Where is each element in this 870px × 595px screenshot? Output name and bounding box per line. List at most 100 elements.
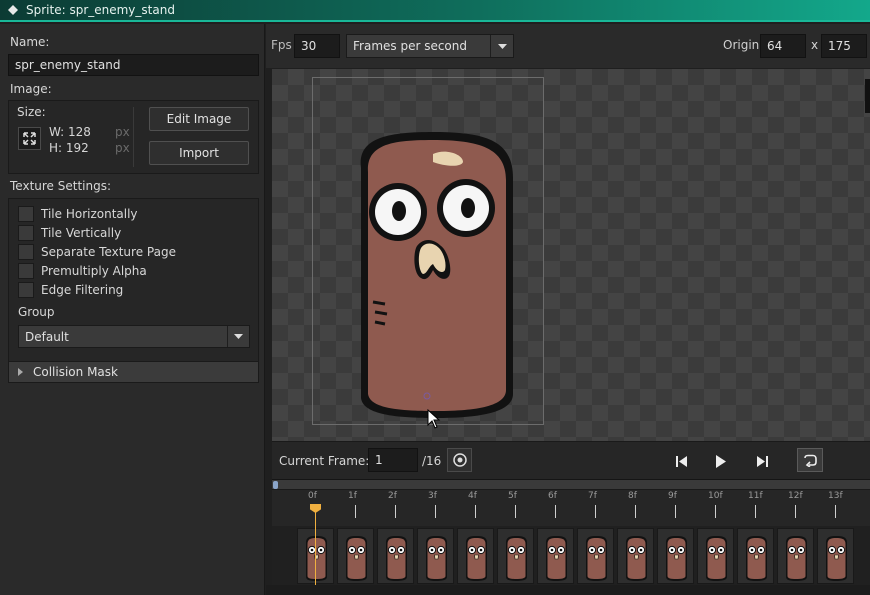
sprite-bounds bbox=[312, 77, 544, 425]
height-unit: px bbox=[115, 141, 130, 155]
size-label: Size: bbox=[17, 105, 46, 119]
sprite-properties-panel: Name: spr_enemy_stand Image: Size: W: 12… bbox=[0, 24, 265, 595]
edge-filtering-checkbox[interactable]: Edge Filtering bbox=[18, 282, 123, 298]
frame-thumbnail[interactable] bbox=[697, 528, 734, 584]
group-label: Group bbox=[18, 305, 55, 319]
speed-mode-value: Frames per second bbox=[353, 39, 467, 53]
current-frame-label: Current Frame: bbox=[279, 454, 370, 468]
frame-thumbnail[interactable] bbox=[417, 528, 454, 584]
window-title-bar: Sprite: spr_enemy_stand bbox=[0, 0, 870, 22]
ruler-label: 12f bbox=[788, 491, 803, 501]
tile-vertically-checkbox[interactable]: Tile Vertically bbox=[18, 225, 121, 241]
frame-thumbnail[interactable] bbox=[537, 528, 574, 584]
ruler-tick bbox=[755, 505, 756, 518]
ruler-label: 11f bbox=[748, 491, 763, 501]
width-unit: px bbox=[115, 125, 130, 139]
canvas-scrollbar[interactable] bbox=[865, 79, 870, 113]
ruler-tick bbox=[595, 505, 596, 518]
ruler-tick bbox=[555, 505, 556, 518]
frame-thumbnail[interactable] bbox=[777, 528, 814, 584]
ruler-label: 5f bbox=[508, 491, 517, 501]
ruler-tick bbox=[675, 505, 676, 518]
ruler-label: 2f bbox=[388, 491, 397, 501]
origin-y-input[interactable]: 175 bbox=[821, 34, 867, 58]
sprite-name-field[interactable]: spr_enemy_stand bbox=[8, 54, 259, 76]
group-dropdown-value: Default bbox=[25, 329, 69, 344]
import-button[interactable]: Import bbox=[149, 141, 249, 165]
checkbox-label: Tile Horizontally bbox=[41, 207, 138, 221]
ruler-tick bbox=[715, 505, 716, 518]
divider bbox=[133, 107, 134, 167]
ruler-label: 3f bbox=[428, 491, 437, 501]
chevron-down-icon[interactable] bbox=[227, 326, 249, 347]
frame-thumbnail[interactable] bbox=[817, 528, 854, 584]
ruler-label: 10f bbox=[708, 491, 723, 501]
edit-image-button[interactable]: Edit Image bbox=[149, 107, 249, 131]
ruler-tick bbox=[355, 505, 356, 518]
fps-input[interactable]: 30 bbox=[294, 34, 340, 58]
timeline-scrollbar[interactable] bbox=[272, 480, 870, 490]
bottom-resize-strip bbox=[266, 585, 870, 595]
separate-texture-page-checkbox[interactable]: Separate Texture Page bbox=[18, 244, 176, 260]
play-icon[interactable] bbox=[710, 450, 732, 472]
ruler-tick bbox=[795, 505, 796, 518]
checkbox-box[interactable] bbox=[18, 206, 34, 222]
group-dropdown[interactable]: Default bbox=[18, 325, 250, 348]
premultiply-alpha-checkbox[interactable]: Premultiply Alpha bbox=[18, 263, 147, 279]
checkbox-box[interactable] bbox=[18, 244, 34, 260]
frame-thumbnail[interactable] bbox=[497, 528, 534, 584]
frame-thumbnail[interactable] bbox=[577, 528, 614, 584]
ruler-label: 6f bbox=[548, 491, 557, 501]
ruler-tick bbox=[635, 505, 636, 518]
name-label: Name: bbox=[10, 35, 50, 49]
ruler-label: 4f bbox=[468, 491, 477, 501]
tile-horizontally-checkbox[interactable]: Tile Horizontally bbox=[18, 206, 138, 222]
checkbox-box[interactable] bbox=[18, 282, 34, 298]
ruler-label: 8f bbox=[628, 491, 637, 501]
image-label: Image: bbox=[10, 82, 52, 96]
skip-to-start-icon[interactable] bbox=[670, 450, 692, 472]
fps-label: Fps bbox=[271, 38, 292, 52]
origin-separator: x bbox=[811, 38, 819, 52]
sprite-icon bbox=[8, 5, 18, 15]
chevron-right-icon bbox=[18, 368, 23, 376]
sprite-canvas[interactable] bbox=[272, 69, 870, 441]
frame-thumbnail[interactable] bbox=[337, 528, 374, 584]
frame-thumbnail[interactable] bbox=[657, 528, 694, 584]
ruler-tick bbox=[395, 505, 396, 518]
current-frame-input[interactable]: 1 bbox=[368, 448, 418, 472]
frame-timeline[interactable]: 0f 1f 2f 3f 4f 5f 6f 7f 8f 9f 10f 11f 12f 13f bbox=[272, 479, 870, 585]
mouse-cursor-icon bbox=[427, 409, 441, 429]
checkbox-box[interactable] bbox=[18, 263, 34, 279]
loop-icon[interactable] bbox=[797, 448, 823, 472]
window-title: Sprite: spr_enemy_stand bbox=[26, 3, 175, 17]
ruler-label: 9f bbox=[668, 491, 677, 501]
frame-thumbnail[interactable] bbox=[617, 528, 654, 584]
chevron-down-icon[interactable] bbox=[490, 35, 513, 57]
ruler-label: 0f bbox=[308, 491, 317, 501]
scroll-thumb[interactable] bbox=[273, 481, 278, 489]
checkbox-label: Tile Vertically bbox=[41, 226, 122, 240]
checkbox-box[interactable] bbox=[18, 225, 34, 241]
frame-thumbnail[interactable] bbox=[377, 528, 414, 584]
total-frames: /16 bbox=[422, 454, 442, 468]
image-group: Size: W: 128 H: 192 px px Edit Image Imp… bbox=[8, 100, 259, 174]
ruler-label: 7f bbox=[588, 491, 597, 501]
ruler-tick bbox=[475, 505, 476, 518]
playhead-line bbox=[315, 506, 316, 585]
ruler-tick bbox=[515, 505, 516, 518]
checkbox-label: Edge Filtering bbox=[41, 283, 124, 297]
playback-bar: Current Frame: 1 /16 bbox=[272, 441, 870, 479]
origin-x-input[interactable]: 64 bbox=[760, 34, 806, 58]
onion-skin-icon[interactable] bbox=[447, 448, 472, 472]
ruler-tick bbox=[835, 505, 836, 518]
ruler-label: 13f bbox=[828, 491, 843, 501]
enemy-sprite bbox=[360, 132, 513, 418]
frame-thumbnail[interactable] bbox=[737, 528, 774, 584]
speed-mode-dropdown[interactable]: Frames per second bbox=[346, 34, 514, 58]
frame-ruler[interactable]: 0f 1f 2f 3f 4f 5f 6f 7f 8f 9f 10f 11f 12f 13f bbox=[272, 490, 870, 526]
frame-thumbnail[interactable] bbox=[457, 528, 494, 584]
resize-icon[interactable] bbox=[18, 127, 41, 150]
collision-mask-section[interactable]: Collision Mask bbox=[8, 361, 259, 383]
skip-to-end-icon[interactable] bbox=[751, 450, 773, 472]
